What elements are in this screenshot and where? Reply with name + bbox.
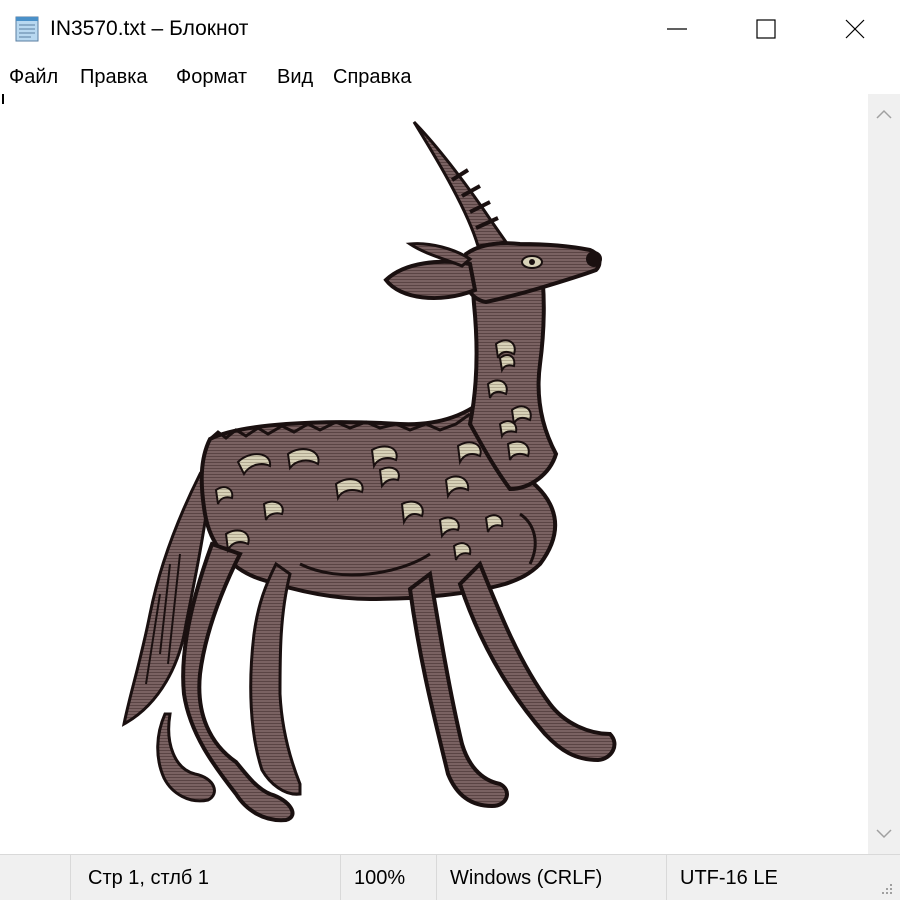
vertical-scrollbar[interactable] — [868, 94, 900, 854]
close-icon — [845, 19, 865, 39]
title-bar[interactable]: IN3570.txt – Блокнот — [0, 0, 900, 58]
scroll-up-button[interactable] — [868, 94, 900, 134]
status-separator — [70, 855, 71, 900]
status-bar: Стр 1, стлб 1 100% Windows (CRLF) UTF-16… — [0, 854, 900, 900]
scroll-down-button[interactable] — [868, 814, 900, 854]
menu-bar: Файл Правка Формат Вид Справка — [0, 58, 900, 94]
status-separator — [666, 855, 667, 900]
resize-grip-icon[interactable] — [878, 880, 894, 896]
chevron-down-icon — [876, 829, 892, 839]
minimize-button[interactable] — [632, 0, 722, 58]
status-position: Стр 1, стлб 1 — [88, 867, 210, 889]
text-editor[interactable] — [0, 94, 868, 854]
minimize-icon — [667, 28, 687, 30]
status-separator — [340, 855, 341, 900]
text-caret — [2, 94, 4, 104]
status-line-endings: Windows (CRLF) — [450, 867, 603, 889]
status-separator — [436, 855, 437, 900]
menu-edit[interactable]: Правка — [80, 64, 148, 90]
maximize-icon — [756, 19, 776, 39]
deer-ascii-art-image — [121, 120, 617, 823]
menu-help[interactable]: Справка — [333, 64, 411, 90]
close-button[interactable] — [810, 0, 900, 58]
chevron-up-icon — [876, 109, 892, 119]
status-encoding: UTF-16 LE — [680, 867, 778, 889]
menu-format[interactable]: Формат — [176, 64, 247, 90]
menu-view[interactable]: Вид — [277, 64, 313, 90]
window-title: IN3570.txt – Блокнот — [50, 17, 249, 40]
menu-file[interactable]: Файл — [9, 64, 58, 90]
status-zoom: 100% — [354, 867, 406, 889]
notepad-icon — [15, 16, 39, 42]
maximize-button[interactable] — [721, 0, 811, 58]
